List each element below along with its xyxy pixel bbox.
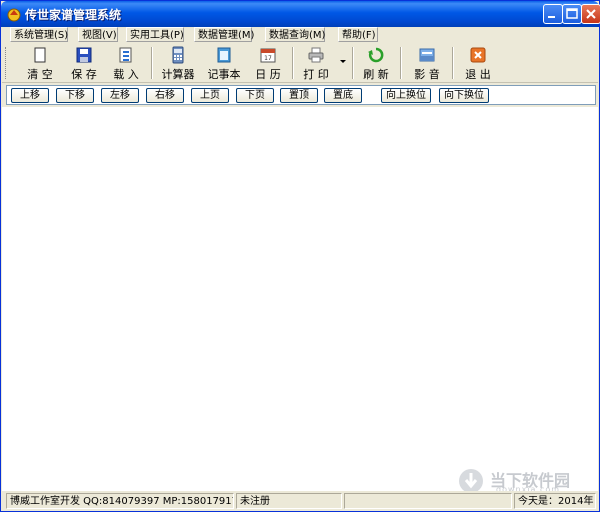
move-down-button[interactable]: 下移 (56, 88, 94, 103)
menu-system[interactable]: 系统管理(S) (10, 27, 68, 42)
print-label: 打 印 (303, 68, 329, 81)
swap-down-button[interactable]: 向下换位 (439, 88, 489, 103)
move-bottom-button[interactable]: 置底 (324, 88, 362, 103)
load-button[interactable]: 载 入 (106, 45, 146, 81)
menu-data-manage[interactable]: 数据管理(M) (194, 27, 254, 42)
notepad-label: 记事本 (207, 68, 241, 81)
status-registration: 未注册 (236, 493, 342, 509)
clear-label: 清 空 (27, 68, 53, 81)
status-empty-pane (344, 493, 512, 509)
move-left-button[interactable]: 左移 (101, 88, 139, 103)
calendar-icon: 17 (259, 46, 277, 64)
refresh-label: 刷 新 (363, 68, 389, 81)
refresh-button[interactable]: 刷 新 (356, 45, 396, 81)
swap-up-button[interactable]: 向上换位 (381, 88, 431, 103)
app-icon (6, 6, 22, 22)
maximize-button[interactable] (562, 4, 582, 24)
chevron-down-icon (340, 60, 346, 63)
refresh-icon (367, 46, 385, 64)
menu-bar: 系统管理(S) 视图(V) 实用工具(P) 数据管理(M) 数据查询(M) 帮助… (2, 27, 598, 43)
calculator-label: 计算器 (161, 68, 195, 81)
status-date: 今天是：2014年 (514, 493, 596, 509)
toolbar-separator (292, 47, 294, 79)
blank-page-icon (31, 46, 49, 64)
title-bar[interactable]: 传世家谱管理系统 (1, 1, 600, 27)
image-icon (418, 46, 436, 64)
page-up-button[interactable]: 上页 (191, 88, 229, 103)
app-window: 传世家谱管理系统 系统管理(S) 视图(V) 实用工具(P) 数据管理(M) 数… (0, 0, 600, 512)
menu-data-query[interactable]: 数据查询(M) (265, 27, 325, 42)
print-button[interactable]: 打 印 (296, 45, 336, 81)
menu-view[interactable]: 视图(V) (78, 27, 118, 42)
page-down-button[interactable]: 下页 (236, 88, 274, 103)
menu-help[interactable]: 帮助(F) (338, 27, 378, 42)
calendar-button[interactable]: 17 日 历 (248, 45, 288, 81)
exit-icon (469, 46, 487, 64)
calculator-icon (169, 46, 187, 64)
move-up-button[interactable]: 上移 (11, 88, 49, 103)
menu-tools[interactable]: 实用工具(P) (126, 27, 184, 42)
window-title: 传世家谱管理系统 (25, 8, 122, 22)
floppy-disk-icon (75, 46, 93, 64)
image-button[interactable]: 影 音 (406, 45, 448, 81)
move-buttons-bar: 上移 下移 左移 右移 上页 下页 置顶 置底 向上换位 向下换位 (6, 85, 596, 105)
exit-button[interactable]: 退 出 (458, 45, 498, 81)
toolbar-grip[interactable] (5, 47, 8, 79)
status-developer: 博威工作室开发 QQ:814079397 MP:15801791745 (6, 493, 234, 509)
save-button[interactable]: 保 存 (64, 45, 104, 81)
clear-button[interactable]: 清 空 (20, 45, 60, 81)
toolbar-separator (352, 47, 354, 79)
calculator-button[interactable]: 计算器 (156, 45, 200, 81)
minimize-button[interactable] (543, 4, 563, 24)
printer-icon (307, 46, 325, 64)
print-dropdown-button[interactable] (337, 45, 349, 81)
notepad-button[interactable]: 记事本 (202, 45, 246, 81)
exit-label: 退 出 (465, 68, 491, 81)
image-label: 影 音 (414, 68, 440, 81)
close-button[interactable] (581, 4, 600, 24)
move-right-button[interactable]: 右移 (146, 88, 184, 103)
open-file-icon (117, 46, 135, 64)
calendar-label: 日 历 (255, 68, 281, 81)
toolbar-separator (400, 47, 402, 79)
toolbar: 清 空 保 存 载 入 计算器 记事本 17 日 历 打 印 刷 新 影 音 退… (2, 43, 598, 83)
save-label: 保 存 (71, 68, 97, 81)
status-bar: 博威工作室开发 QQ:814079397 MP:15801791745 未注册 … (2, 491, 598, 511)
toolbar-separator (452, 47, 454, 79)
load-label: 载 入 (113, 68, 139, 81)
toolbar-separator (151, 47, 153, 79)
notepad-icon (215, 46, 233, 64)
main-canvas[interactable] (2, 107, 598, 491)
move-top-button[interactable]: 置顶 (280, 88, 318, 103)
svg-text:17: 17 (264, 55, 272, 62)
